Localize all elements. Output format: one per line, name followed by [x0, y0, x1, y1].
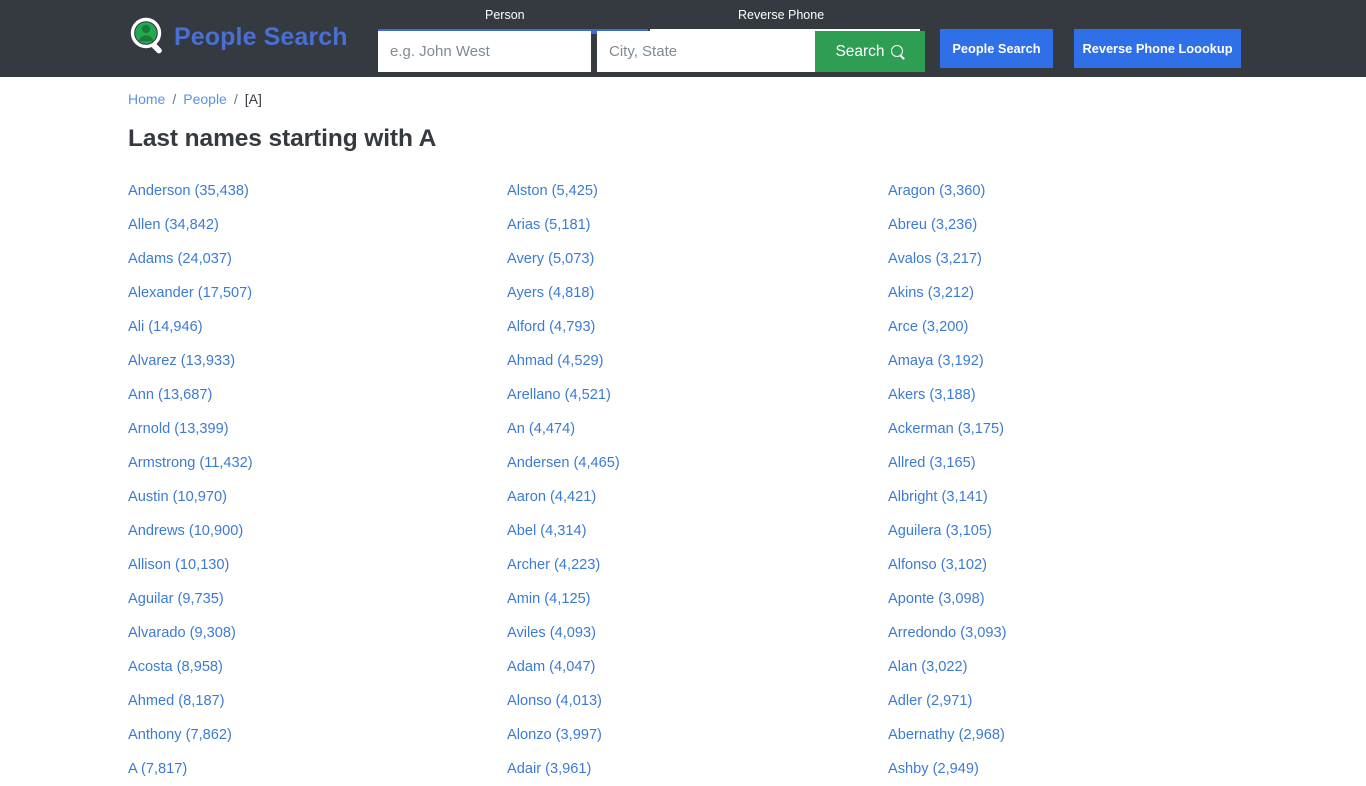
surname-link[interactable]: Adair (3,961): [507, 752, 888, 786]
surname-link[interactable]: Anthony (7,862): [128, 718, 507, 752]
surname-link[interactable]: Arnold (13,399): [128, 412, 507, 446]
site-header: People Search Person Reverse Phone Searc…: [0, 0, 1366, 77]
brand-logo[interactable]: People Search: [128, 14, 348, 60]
surname-link[interactable]: Adams (24,037): [128, 242, 507, 276]
surname-link[interactable]: Aguilar (9,735): [128, 582, 507, 616]
search-button-label: Search: [835, 42, 885, 60]
surname-link[interactable]: Alonzo (3,997): [507, 718, 888, 752]
surname-link[interactable]: Archer (4,223): [507, 548, 888, 582]
surname-link[interactable]: Aguilera (3,105): [888, 514, 1267, 548]
name-column: Aragon (3,360) Abreu (3,236) Avalos (3,217…: [888, 174, 1267, 786]
breadcrumb-item-people[interactable]: People: [183, 91, 227, 107]
page-title: Last names starting with A: [128, 125, 437, 152]
surname-link[interactable]: Akins (3,212): [888, 276, 1267, 310]
surname-link[interactable]: Alan (3,022): [888, 650, 1267, 684]
surname-link[interactable]: Avery (5,073): [507, 242, 888, 276]
surname-link[interactable]: Amin (4,125): [507, 582, 888, 616]
search-icon: [890, 44, 905, 59]
surname-link[interactable]: Ahmed (8,187): [128, 684, 507, 718]
magnifier-person-icon: [128, 15, 172, 59]
surname-link[interactable]: Aaron (4,421): [507, 480, 888, 514]
breadcrumb-item-home[interactable]: Home: [128, 91, 165, 107]
surname-link[interactable]: Adler (2,971): [888, 684, 1267, 718]
surname-link[interactable]: Alston (5,425): [507, 174, 888, 208]
surname-link[interactable]: An (4,474): [507, 412, 888, 446]
surname-link[interactable]: Aragon (3,360): [888, 174, 1267, 208]
surname-link[interactable]: Ahmad (4,529): [507, 344, 888, 378]
surname-link[interactable]: Allen (34,842): [128, 208, 507, 242]
surname-link[interactable]: Albright (3,141): [888, 480, 1267, 514]
surname-link[interactable]: Arellano (4,521): [507, 378, 888, 412]
location-search-input[interactable]: [597, 31, 815, 72]
surname-link[interactable]: Abreu (3,236): [888, 208, 1267, 242]
surname-link[interactable]: A (7,817): [128, 752, 507, 786]
surname-link[interactable]: Avalos (3,217): [888, 242, 1267, 276]
reverse-phone-lookup-nav-button[interactable]: Reverse Phone Loookup: [1074, 29, 1241, 68]
breadcrumb-item-current: [A]: [244, 91, 262, 107]
surname-link[interactable]: Arce (3,200): [888, 310, 1267, 344]
surname-link[interactable]: Andersen (4,465): [507, 446, 888, 480]
surname-link[interactable]: Alford (4,793): [507, 310, 888, 344]
surname-link[interactable]: Ackerman (3,175): [888, 412, 1267, 446]
surname-link[interactable]: Alonso (4,013): [507, 684, 888, 718]
surname-link[interactable]: Aviles (4,093): [507, 616, 888, 650]
tab-reverse-phone[interactable]: Reverse Phone: [738, 8, 824, 22]
name-search-input[interactable]: [378, 31, 591, 72]
breadcrumb-separator: /: [172, 91, 177, 107]
name-list: Anderson (35,438) Allen (34,842) Adams (24…: [128, 174, 1238, 786]
brand-name: People Search: [174, 22, 348, 51]
surname-link[interactable]: Alvarez (13,933): [128, 344, 507, 378]
surname-link[interactable]: Abernathy (2,968): [888, 718, 1267, 752]
surname-link[interactable]: Ashby (2,949): [888, 752, 1267, 786]
name-column: Alston (5,425) Arias (5,181) Avery (5,073)…: [507, 174, 888, 786]
surname-link[interactable]: Abel (4,314): [507, 514, 888, 548]
surname-link[interactable]: Alfonso (3,102): [888, 548, 1267, 582]
search-button[interactable]: Search: [815, 31, 925, 72]
name-column: Anderson (35,438) Allen (34,842) Adams (24…: [128, 174, 507, 786]
search-tabs: Person Reverse Phone: [378, 8, 920, 34]
surname-link[interactable]: Allison (10,130): [128, 548, 507, 582]
breadcrumb: Home / People / [A]: [128, 91, 262, 107]
surname-link[interactable]: Amaya (3,192): [888, 344, 1267, 378]
surname-link[interactable]: Andrews (10,900): [128, 514, 507, 548]
header-actions: People Search Reverse Phone Loookup: [940, 29, 1241, 68]
surname-link[interactable]: Anderson (35,438): [128, 174, 507, 208]
surname-link[interactable]: Ayers (4,818): [507, 276, 888, 310]
search-form: Search: [378, 31, 925, 72]
surname-link[interactable]: Arredondo (3,093): [888, 616, 1267, 650]
tab-person[interactable]: Person: [485, 8, 525, 22]
surname-link[interactable]: Alvarado (9,308): [128, 616, 507, 650]
surname-link[interactable]: Adam (4,047): [507, 650, 888, 684]
surname-link[interactable]: Akers (3,188): [888, 378, 1267, 412]
surname-link[interactable]: Armstrong (11,432): [128, 446, 507, 480]
surname-link[interactable]: Aponte (3,098): [888, 582, 1267, 616]
surname-link[interactable]: Ann (13,687): [128, 378, 507, 412]
surname-link[interactable]: Arias (5,181): [507, 208, 888, 242]
surname-link[interactable]: Allred (3,165): [888, 446, 1267, 480]
surname-link[interactable]: Ali (14,946): [128, 310, 507, 344]
surname-link[interactable]: Alexander (17,507): [128, 276, 507, 310]
people-search-nav-button[interactable]: People Search: [940, 29, 1053, 68]
surname-link[interactable]: Acosta (8,958): [128, 650, 507, 684]
surname-link[interactable]: Austin (10,970): [128, 480, 507, 514]
breadcrumb-separator: /: [233, 91, 238, 107]
